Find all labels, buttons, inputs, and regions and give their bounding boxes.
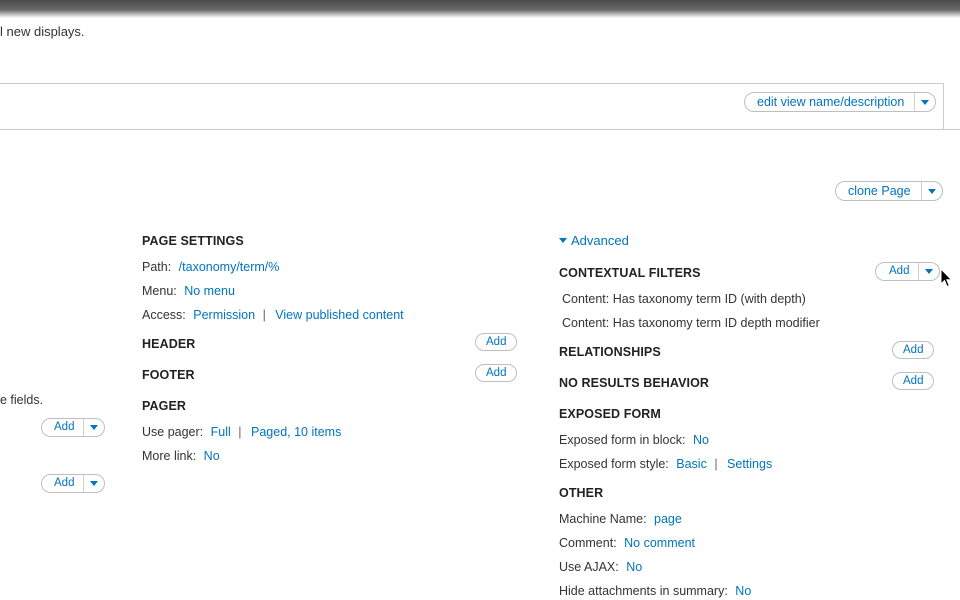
left-add-toggle-1[interactable] — [83, 419, 104, 436]
contextual-filters-add-toggle[interactable] — [918, 263, 939, 280]
access-permission-link[interactable]: Permission — [193, 308, 255, 322]
contextual-filters-add-button[interactable]: Add — [876, 263, 918, 280]
chevron-down-icon — [90, 481, 99, 486]
use-pager-full-link[interactable]: Full — [211, 425, 231, 439]
relationships-heading: RELATIONSHIPS — [559, 345, 661, 359]
header-add-button[interactable]: Add — [475, 333, 518, 351]
no-results-add-button[interactable]: Add — [892, 372, 935, 390]
left-add-dropbutton-1[interactable]: Add — [41, 418, 106, 437]
footer-heading: FOOTER — [142, 368, 195, 382]
use-pager-label: Use pager: — [142, 425, 204, 439]
pager-heading: PAGER — [142, 399, 187, 413]
left-add-button-1[interactable]: Add — [42, 419, 83, 436]
other-heading: OTHER — [559, 486, 604, 500]
chevron-down-icon — [921, 99, 930, 105]
comment-link[interactable]: No comment — [624, 536, 695, 550]
browser-top-shadow — [0, 0, 960, 18]
exposed-in-block-link[interactable]: No — [693, 433, 709, 447]
comment-row: Comment: No comment — [559, 536, 695, 550]
relationships-add-button[interactable]: Add — [892, 341, 935, 359]
chevron-down-icon — [927, 188, 936, 194]
hide-attachments-link[interactable]: No — [735, 584, 751, 598]
footer-add-button[interactable]: Add — [475, 364, 518, 382]
use-ajax-label: Use AJAX: — [559, 560, 619, 574]
left-add-toggle-2[interactable] — [83, 475, 104, 492]
machine-name-link[interactable]: page — [654, 512, 682, 526]
exposed-style-row: Exposed form style: Basic | Settings — [559, 457, 772, 471]
more-link-label: More link: — [142, 449, 197, 463]
page-settings-heading: PAGE SETTINGS — [142, 234, 244, 248]
intro-text: l new displays. — [0, 24, 85, 39]
exposed-style-label: Exposed form style: — [559, 457, 669, 471]
access-label: Access: — [142, 308, 186, 322]
exposed-style-settings-link[interactable]: Settings — [727, 457, 772, 471]
contextual-filter-item[interactable]: Content: Has taxonomy term ID depth modi… — [562, 316, 820, 330]
separator: | — [262, 308, 266, 322]
path-row: Path: /taxonomy/term/% — [142, 260, 279, 274]
more-link-row: More link: No — [142, 449, 220, 463]
exposed-in-block-label: Exposed form in block: — [559, 433, 686, 447]
separator: | — [238, 425, 242, 439]
no-results-heading: NO RESULTS BEHAVIOR — [559, 376, 710, 390]
menu-link[interactable]: No menu — [184, 284, 235, 298]
triangle-down-icon — [559, 238, 567, 243]
contextual-filters-heading: CONTEXTUAL FILTERS — [559, 266, 701, 280]
exposed-style-basic-link[interactable]: Basic — [676, 457, 707, 471]
access-row: Access: Permission | View published cont… — [142, 308, 404, 322]
clone-page-button[interactable]: clone Page — [836, 182, 921, 200]
header-heading: HEADER — [142, 337, 196, 351]
machine-name-row: Machine Name: page — [559, 512, 682, 526]
contextual-filter-item[interactable]: Content: Has taxonomy term ID (with dept… — [562, 292, 806, 306]
contextual-filters-add-dropbutton[interactable]: Add — [875, 262, 941, 281]
chevron-down-icon — [925, 269, 934, 274]
edit-view-name-button[interactable]: edit view name/description — [745, 93, 914, 111]
advanced-toggle[interactable]: Advanced — [559, 233, 629, 248]
edit-view-dropbutton[interactable]: edit view name/description — [744, 92, 937, 112]
advanced-label[interactable]: Advanced — [571, 233, 629, 248]
edit-view-toggle[interactable] — [914, 93, 935, 111]
panel-border-right — [943, 83, 944, 129]
panel-border-bottom — [0, 129, 960, 130]
more-link-value-link[interactable]: No — [204, 449, 220, 463]
path-label: Path: — [142, 260, 172, 274]
left-column-text: e fields. — [0, 393, 44, 407]
chevron-down-icon — [90, 425, 99, 430]
machine-name-label: Machine Name: — [559, 512, 647, 526]
panel-border-top — [0, 83, 944, 84]
access-permission-value-link[interactable]: View published content — [275, 308, 403, 322]
exposed-form-heading: EXPOSED FORM — [559, 407, 661, 421]
left-add-dropbutton-2[interactable]: Add — [41, 474, 106, 493]
clone-page-toggle[interactable] — [920, 182, 942, 200]
use-ajax-row: Use AJAX: No — [559, 560, 642, 574]
menu-row: Menu: No menu — [142, 284, 235, 298]
comment-label: Comment: — [559, 536, 617, 550]
menu-label: Menu: — [142, 284, 177, 298]
left-add-button-2[interactable]: Add — [42, 475, 83, 492]
mouse-pointer-icon — [940, 268, 953, 288]
exposed-in-block-row: Exposed form in block: No — [559, 433, 709, 447]
use-pager-row: Use pager: Full | Paged, 10 items — [142, 425, 341, 439]
separator: | — [714, 457, 718, 471]
path-link[interactable]: /taxonomy/term/% — [179, 260, 280, 274]
hide-attachments-row: Hide attachments in summary: No — [559, 584, 751, 598]
clone-page-dropbutton[interactable]: clone Page — [835, 181, 943, 201]
use-ajax-link[interactable]: No — [626, 560, 642, 574]
hide-attachments-label: Hide attachments in summary: — [559, 584, 728, 598]
use-pager-paged-link[interactable]: Paged, 10 items — [251, 425, 341, 439]
